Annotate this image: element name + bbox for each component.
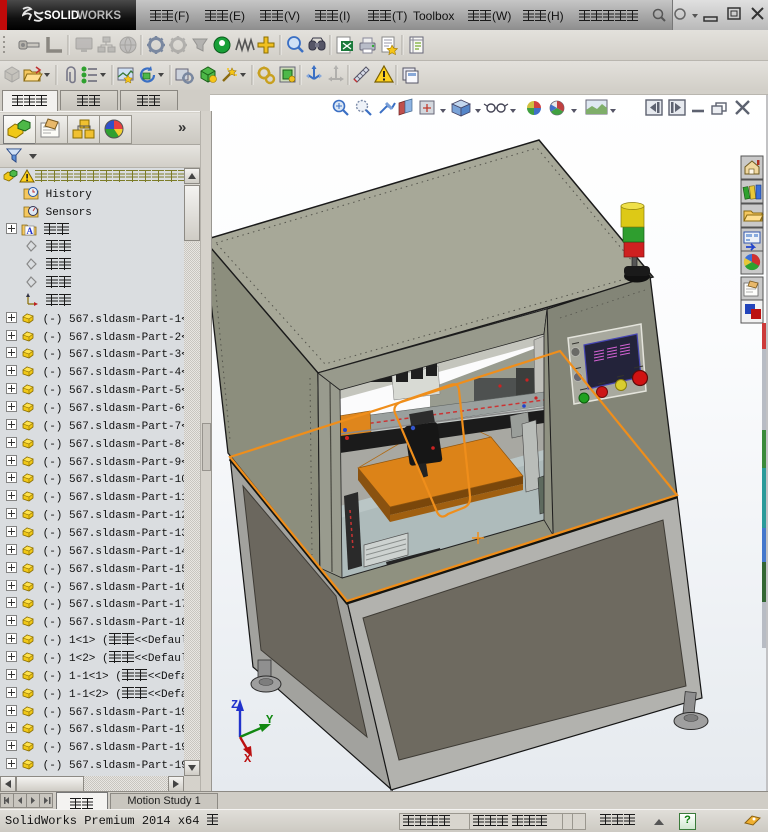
svg-text:A: A	[27, 226, 34, 236]
